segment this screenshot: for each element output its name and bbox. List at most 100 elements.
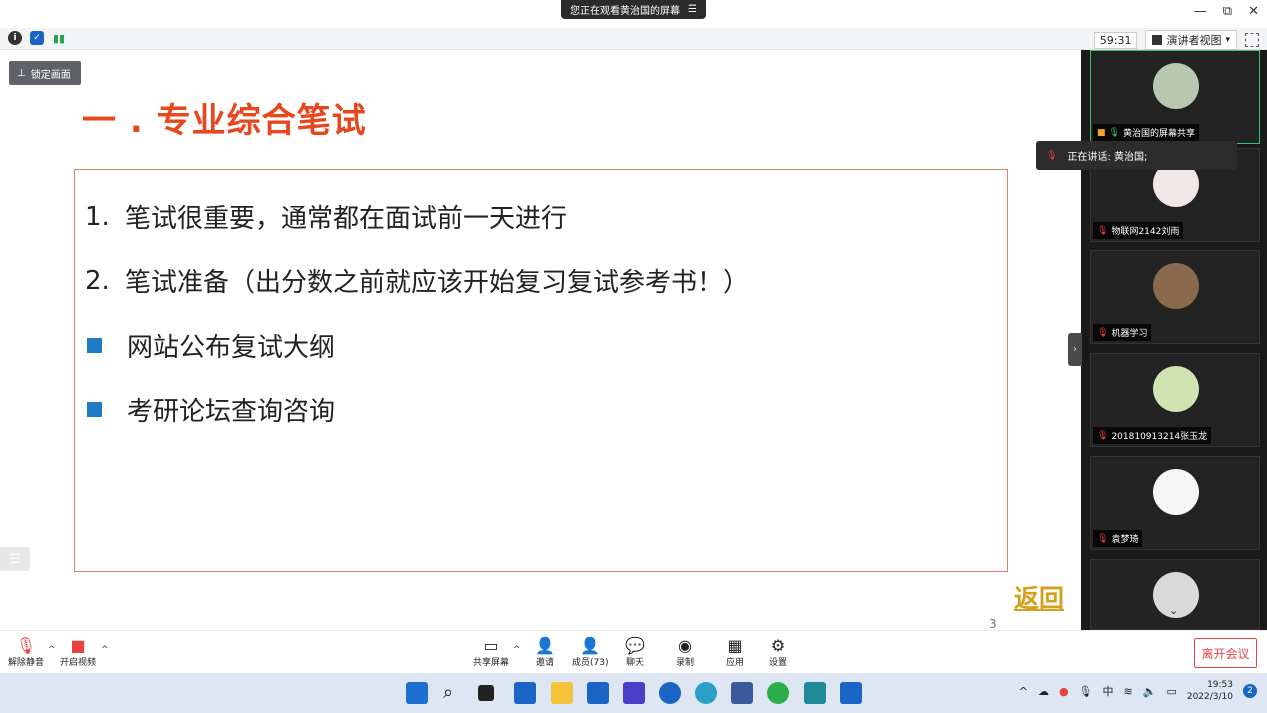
- slide-line-1: 1. 笔试很重要，通常都在面试前一天进行: [85, 198, 567, 235]
- task-view-icon[interactable]: [478, 685, 494, 701]
- presenter-view-icon: [1152, 35, 1163, 45]
- clock-time: 19:53: [1207, 680, 1233, 690]
- record-button[interactable]: ◉ 录制: [675, 635, 695, 669]
- apps-grid-icon: ▦: [727, 635, 743, 655]
- unmute-button[interactable]: 🎙 解除静音: [8, 635, 44, 669]
- settings-button[interactable]: ⚙ 设置: [768, 635, 788, 669]
- share-screen-button[interactable]: ▭ 共享屏幕: [473, 635, 510, 669]
- settings-label: 设置: [768, 658, 787, 668]
- mic-muted-icon: 🎙: [1097, 225, 1109, 236]
- volume-icon[interactable]: 🔈: [1143, 685, 1157, 698]
- calculator-icon[interactable]: [731, 682, 753, 704]
- meeting-toolbar: i ✓ ▮▮ 59:31 演讲者视图 ▾: [0, 28, 1267, 50]
- invite-button[interactable]: 👤 邀请: [535, 635, 555, 669]
- bullet-text: 考研论坛查询咨询: [127, 397, 336, 427]
- chat-icon: 💬: [625, 635, 645, 655]
- line-text: 笔试准备（出分数之前就应该开始复习复试参考书！）: [125, 268, 750, 298]
- meeting-control-bar: 🎙 解除静音 ^ ■ 开启视频 ^ ▭ 共享屏幕 ^ 👤 邀请 👤 成员(73)…: [0, 630, 1267, 673]
- info-icon[interactable]: i: [8, 31, 22, 45]
- participant-name: 物联网2142刘雨: [1111, 227, 1180, 237]
- minimize-button[interactable]: —: [1194, 4, 1207, 19]
- collapse-panel-button[interactable]: ›: [1068, 333, 1082, 366]
- mic-icon: 🎙: [1108, 127, 1120, 138]
- add-user-icon: 👤: [535, 635, 555, 655]
- app-icon[interactable]: [623, 682, 645, 704]
- chat-label: 聊天: [625, 658, 644, 668]
- edge-browser-icon[interactable]: [695, 682, 717, 704]
- lock-screen-label: 锁定画面: [30, 69, 71, 81]
- notification-badge[interactable]: 2: [1243, 684, 1257, 698]
- participant-name: 201810913214张玉龙: [1111, 432, 1208, 442]
- windows-start-icon[interactable]: [406, 682, 428, 704]
- return-link[interactable]: 返回: [1014, 579, 1064, 615]
- mic-muted-icon: 🎙: [15, 635, 37, 655]
- cloud-icon[interactable]: ☁: [1038, 685, 1049, 698]
- file-explorer-icon[interactable]: [551, 682, 573, 704]
- wechat-icon[interactable]: [767, 682, 789, 704]
- record-label: 录制: [675, 658, 694, 668]
- start-video-label: 开启视频: [60, 658, 97, 668]
- restore-button[interactable]: ⧉: [1223, 4, 1232, 19]
- lock-screen-button[interactable]: ⊥ 锁定画面: [9, 61, 81, 85]
- ime-indicator[interactable]: 中: [1103, 683, 1114, 699]
- chevron-down-icon[interactable]: ⌄: [1169, 604, 1178, 617]
- wifi-icon[interactable]: ≋: [1124, 685, 1133, 698]
- chevron-up-icon[interactable]: ^: [1019, 685, 1028, 698]
- screen-share-banner[interactable]: 您正在观看黄治国的屏幕 ☰: [561, 0, 706, 19]
- mic-muted-icon: 🎙: [1097, 533, 1109, 544]
- security-shield-icon[interactable]: ✓: [30, 31, 44, 45]
- close-button[interactable]: ✕: [1248, 4, 1259, 19]
- list-icon[interactable]: ☰: [0, 547, 30, 571]
- line-number: 1.: [85, 201, 110, 232]
- battery-icon[interactable]: ▭: [1166, 685, 1176, 698]
- leave-meeting-button[interactable]: 离开会议: [1194, 638, 1257, 668]
- slide-title: 一 . 专业综合笔试: [82, 101, 367, 141]
- square-bullet-icon: [87, 338, 102, 353]
- share-banner-text: 您正在观看黄治国的屏幕: [570, 6, 681, 17]
- tencent-meeting-icon[interactable]: [840, 682, 862, 704]
- share-screen-label: 共享屏幕: [473, 658, 510, 668]
- meeting-timer: 59:31: [1093, 31, 1138, 49]
- clock-date: 2022/3/10: [1186, 692, 1233, 702]
- qq-icon[interactable]: ●: [1059, 685, 1069, 698]
- chat-button[interactable]: 💬 聊天: [625, 635, 645, 669]
- widgets-icon[interactable]: [514, 682, 536, 704]
- record-icon: ◉: [678, 635, 692, 655]
- apps-button[interactable]: ▦ 应用: [725, 635, 745, 669]
- participant-tile[interactable]: ■ 🎙 黄治国的屏幕共享: [1090, 50, 1260, 144]
- clock[interactable]: 19:53 2022/3/10: [1187, 679, 1233, 703]
- participant-tile[interactable]: ⌄: [1090, 559, 1260, 630]
- avatar: [1153, 366, 1199, 412]
- mic-muted-icon: 🎙: [1046, 150, 1058, 161]
- chevron-up-icon[interactable]: ^: [48, 645, 56, 655]
- participant-tile[interactable]: 🎙 机器学习: [1090, 250, 1260, 344]
- search-icon[interactable]: ⌕: [443, 682, 465, 704]
- fullscreen-icon[interactable]: [1245, 33, 1259, 47]
- avatar: [1153, 263, 1199, 309]
- presenter-view-dropdown[interactable]: 演讲者视图 ▾: [1145, 30, 1237, 50]
- compass-icon[interactable]: [659, 682, 681, 704]
- members-label: 成员(73): [572, 658, 609, 668]
- start-video-button[interactable]: ■ 开启视频: [60, 635, 97, 669]
- slide-line-2: 2. 笔试准备（出分数之前就应该开始复习复试参考书！）: [85, 262, 749, 299]
- slide-bullet-2: 考研论坛查询咨询: [85, 391, 335, 428]
- app-icon[interactable]: [804, 682, 826, 704]
- window-controls: — ⧉ ✕: [1194, 4, 1259, 19]
- line-text: 笔试很重要，通常都在面试前一天进行: [125, 204, 568, 234]
- participant-name: 黄治国的屏幕共享: [1122, 129, 1195, 139]
- microphone-icon[interactable]: 🎙: [1079, 685, 1093, 698]
- participant-tile[interactable]: 🎙 袁梦琦: [1090, 456, 1260, 550]
- participant-tile[interactable]: 🎙 201810913214张玉龙: [1090, 353, 1260, 447]
- participant-label: ■ 🎙 黄治国的屏幕共享: [1093, 124, 1199, 141]
- menu-icon[interactable]: ☰: [688, 4, 697, 15]
- mail-icon[interactable]: [587, 682, 609, 704]
- members-button[interactable]: 👤 成员(73): [572, 635, 609, 669]
- chevron-up-icon[interactable]: ^: [101, 645, 109, 655]
- gear-icon: ⚙: [770, 635, 786, 655]
- signal-icon[interactable]: ▮▮: [52, 31, 66, 45]
- chevron-up-icon[interactable]: ^: [513, 645, 521, 655]
- presenter-view-label: 演讲者视图: [1166, 34, 1222, 47]
- participant-label: 🎙 机器学习: [1093, 324, 1152, 341]
- participant-panel: ■ 🎙 黄治国的屏幕共享 🎙 物联网2142刘雨 🎙 机器学习 🎙 201810…: [1081, 50, 1267, 630]
- pin-icon: ⊥: [17, 67, 26, 79]
